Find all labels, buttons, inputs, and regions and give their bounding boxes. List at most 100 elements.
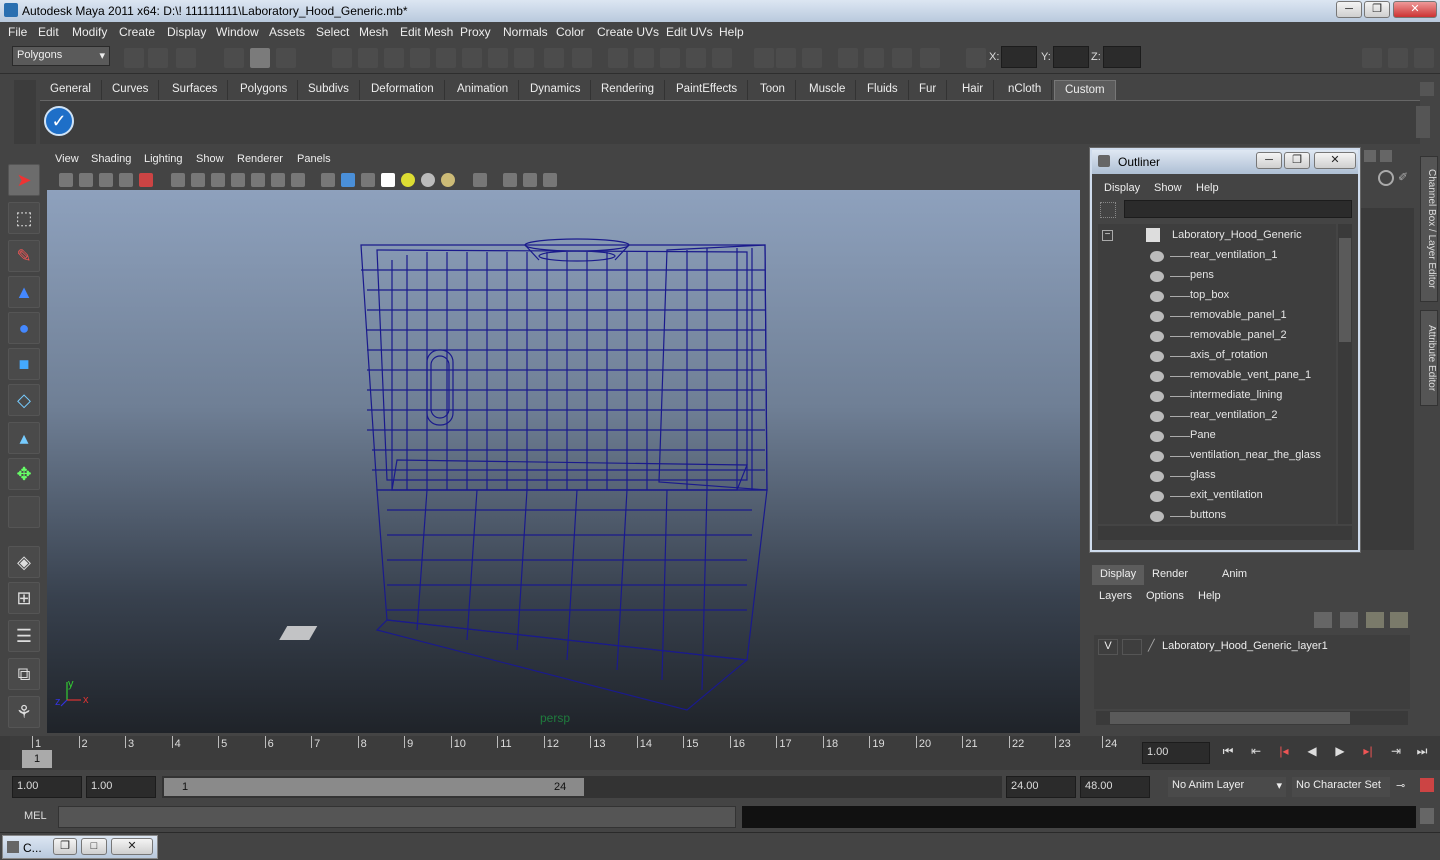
film-gate-icon[interactable] (171, 173, 185, 187)
move-layer-up-icon[interactable] (1314, 612, 1332, 628)
snap-grid-icon[interactable] (332, 48, 352, 68)
scale-tool-icon[interactable]: ■ (8, 348, 40, 380)
character-set-dropdown[interactable]: No Character Set (1292, 777, 1390, 797)
viewport-menu-view[interactable]: View (55, 153, 79, 165)
visibility-eye-icon[interactable] (1150, 351, 1164, 362)
restore-button[interactable]: ❐ (53, 838, 77, 855)
menu-window[interactable]: Window (216, 25, 259, 39)
snap-plane-icon[interactable] (410, 48, 430, 68)
hypershade-icon[interactable] (686, 48, 706, 68)
outliner-minimize-button[interactable]: ─ (1256, 152, 1282, 169)
rotate-tool-icon[interactable]: ● (8, 312, 40, 344)
attribute-icon[interactable] (802, 48, 822, 68)
viewport-menu-shading[interactable]: Shading (91, 153, 131, 165)
lasso-tool-icon[interactable]: ⬚ (8, 202, 40, 234)
isolate-select-icon[interactable] (473, 173, 487, 187)
menu-mesh[interactable]: Mesh (359, 25, 388, 39)
step-back-frame-icon[interactable]: |◂ (1274, 744, 1294, 762)
outliner-maximize-button[interactable]: ❐ (1284, 152, 1310, 169)
outliner-item[interactable]: axis_of_rotation (1190, 349, 1268, 361)
new-empty-layer-icon[interactable] (1366, 612, 1384, 628)
render-settings-icon[interactable] (660, 48, 680, 68)
panel-float-icon[interactable] (1364, 150, 1376, 162)
menu-proxy[interactable]: Proxy (460, 25, 491, 39)
checkmark-shelf-icon[interactable]: ✓ (44, 106, 74, 136)
shelf-tab-fluids[interactable]: Fluids (857, 80, 909, 100)
xray-icon[interactable] (503, 173, 517, 187)
menu-select[interactable]: Select (316, 25, 349, 39)
visibility-eye-icon[interactable] (1150, 391, 1164, 402)
tool-settings-icon[interactable] (1388, 48, 1408, 68)
show-manipulator-icon[interactable]: ✥ (8, 458, 40, 490)
render-view-icon[interactable] (712, 48, 732, 68)
playback-end-field[interactable]: 24.00 (1006, 776, 1076, 798)
new-scene-icon[interactable] (124, 48, 144, 68)
last-tool-icon[interactable] (8, 496, 40, 528)
step-back-key-icon[interactable]: ⇤ (1246, 744, 1266, 762)
single-pane-layout-icon[interactable]: ◈ (8, 546, 40, 578)
camera-attributes-icon[interactable] (79, 173, 93, 187)
layer-hscrollbar[interactable] (1096, 711, 1408, 725)
mel-label[interactable]: MEL (24, 810, 47, 822)
outliner-item[interactable]: exit_ventilation (1190, 489, 1263, 501)
viewport-menu-show[interactable]: Show (196, 153, 224, 165)
history-icon[interactable] (462, 48, 482, 68)
move-tool-icon[interactable]: ▲ (8, 276, 40, 308)
shelf-tab-muscle[interactable]: Muscle (799, 80, 857, 100)
outliner-menu-help[interactable]: Help (1196, 182, 1219, 194)
menu-color[interactable]: Color (556, 25, 585, 39)
y-field[interactable] (1053, 46, 1089, 68)
snap-surface-icon[interactable] (436, 48, 456, 68)
play-backwards-icon[interactable]: ◀ (1302, 744, 1322, 762)
minimized-window[interactable]: C... ❐ □ ✕ (2, 835, 158, 859)
play-forwards-icon[interactable]: ▶ (1330, 744, 1350, 762)
shadows-icon[interactable] (441, 173, 455, 187)
visibility-eye-icon[interactable] (1150, 271, 1164, 282)
safe-action-icon[interactable] (251, 173, 265, 187)
curves-icon[interactable] (892, 48, 912, 68)
text-overlay-icon[interactable] (291, 173, 305, 187)
save-scene-icon[interactable] (176, 48, 196, 68)
shelf-tab-painteffects[interactable]: PaintEffects (666, 80, 749, 100)
menu-create[interactable]: Create (119, 25, 155, 39)
grid-toggle-icon[interactable] (139, 173, 153, 187)
perspective-viewport[interactable]: y x z persp (47, 190, 1080, 733)
current-time-field[interactable]: 1.00 (1142, 742, 1210, 764)
current-frame-marker[interactable]: 1 (22, 750, 52, 768)
menu-modify[interactable]: Modify (72, 25, 107, 39)
menu-file[interactable]: File (8, 25, 27, 39)
wireframe-on-shaded-icon[interactable] (361, 173, 375, 187)
viewport-menu-panels[interactable]: Panels (297, 153, 331, 165)
select-component-icon[interactable] (276, 48, 296, 68)
outliner-layout-icon[interactable]: ☰ (8, 620, 40, 652)
wireframe-icon[interactable] (321, 173, 335, 187)
animation-start-field[interactable]: 1.00 (12, 776, 82, 798)
selection-mask-icon[interactable] (572, 48, 592, 68)
channel-box-toggle-icon[interactable] (1414, 48, 1434, 68)
shelf-tab-hair[interactable]: Hair (952, 80, 995, 100)
visibility-eye-icon[interactable] (1150, 491, 1164, 502)
visibility-eye-icon[interactable] (1150, 251, 1164, 262)
resolution-gate-icon[interactable] (191, 173, 205, 187)
animation-end-field[interactable]: 48.00 (1080, 776, 1150, 798)
rigid-body-icon[interactable] (920, 48, 940, 68)
snap-curve-icon[interactable] (358, 48, 378, 68)
x-field[interactable] (1001, 46, 1037, 68)
ipr-render-icon[interactable] (634, 48, 654, 68)
shelf-tab-deformation[interactable]: Deformation (361, 80, 445, 100)
menu-help[interactable]: Help (719, 25, 744, 39)
timeline-ruler[interactable]: 1 2 3 4 5 6 7 8 9 10 11 12 13 14 15 16 17 18 19 20 21 22 23 24 … (10, 736, 1140, 770)
visibility-eye-icon[interactable] (1150, 411, 1164, 422)
shelf-tab-animation[interactable]: Animation (447, 80, 520, 100)
shelf-tab-general[interactable]: General (40, 80, 102, 100)
shelf-tab-polygons[interactable]: Polygons (230, 80, 299, 100)
safe-title-icon[interactable] (271, 173, 285, 187)
select-tool-icon[interactable]: ➤ (8, 164, 40, 196)
go-to-start-icon[interactable]: ⏮ (1218, 744, 1238, 762)
paint-select-tool-icon[interactable]: ✎ (8, 240, 40, 272)
maximize-minimized-button[interactable]: □ (81, 838, 107, 855)
all-lights-icon[interactable] (421, 173, 435, 187)
visibility-eye-icon[interactable] (1150, 431, 1164, 442)
settings-circle-icon[interactable] (1378, 170, 1394, 186)
bookmark-icon[interactable] (99, 173, 113, 187)
